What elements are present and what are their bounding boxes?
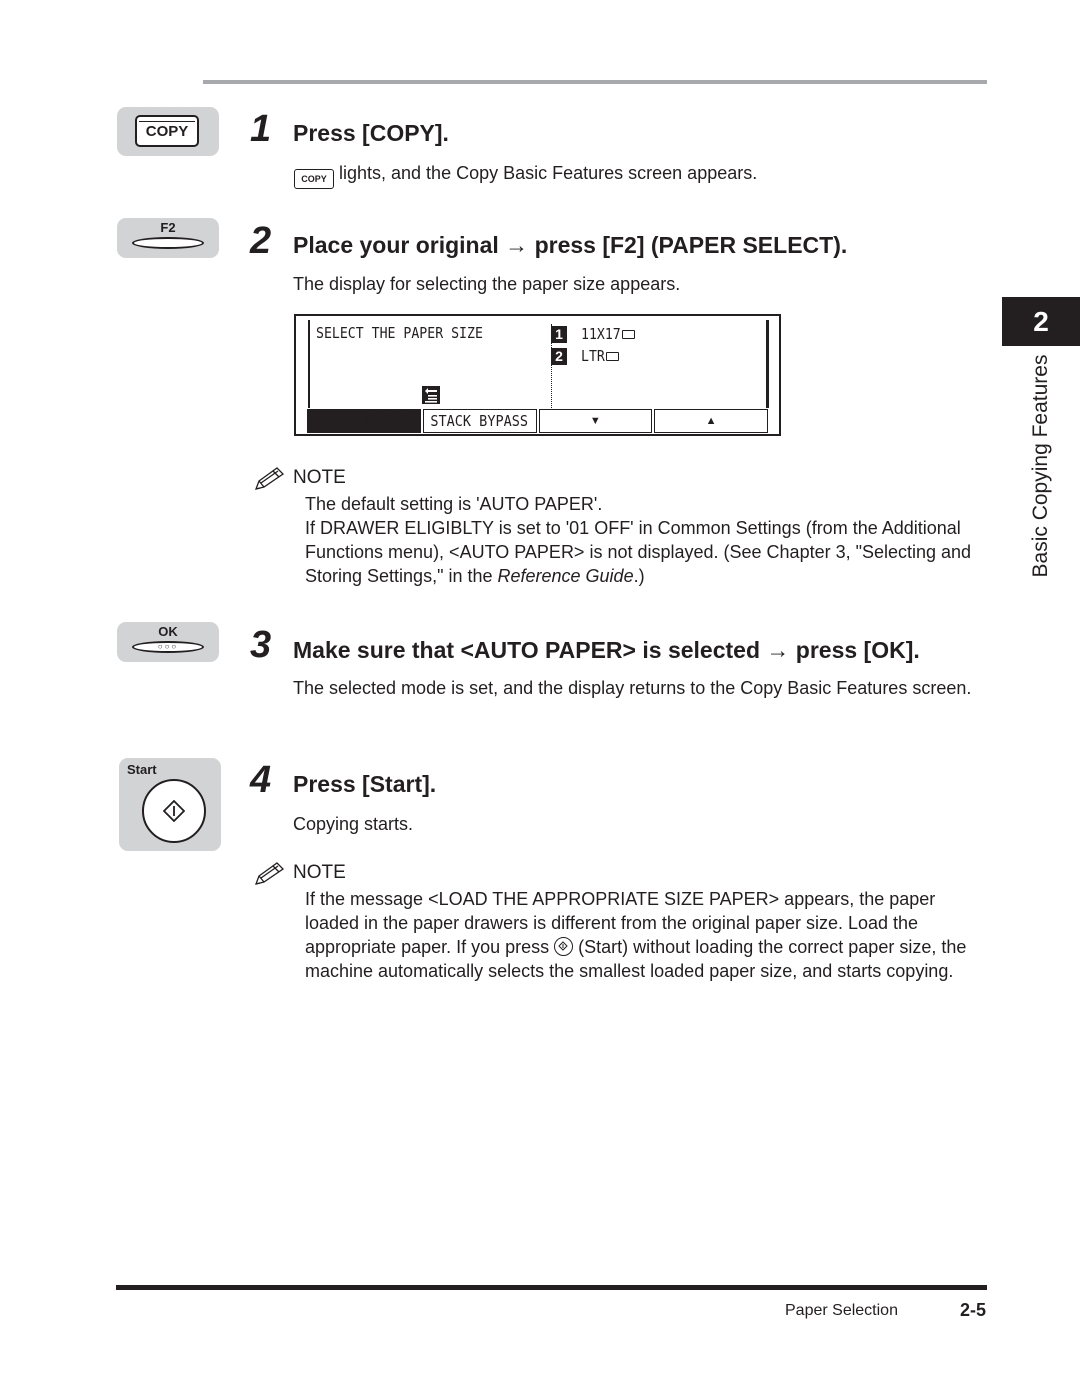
auto-paper-button[interactable]: AUTO PAPER [307, 409, 421, 433]
note-2-label: NOTE [293, 862, 346, 883]
step-2-body: The display for selecting the paper size… [293, 274, 681, 294]
step-1-body: COPY lights, and the Copy Basic Features… [294, 161, 757, 189]
copy-key-label: COPY [135, 115, 199, 147]
ok-key-illustration: OK ○○○ [117, 622, 219, 662]
note-1-label: NOTE [293, 467, 346, 488]
lcd-title: SELECT THE PAPER SIZE [316, 324, 483, 342]
lcd-option-2-number: 2 [551, 347, 567, 365]
up-arrow-icon: ▲ [705, 415, 717, 427]
step-4-body: Copying starts. [293, 814, 414, 834]
copy-key-illustration: COPY [117, 107, 219, 156]
step-4-title: Press [Start]. [293, 771, 437, 797]
paper-orientation-icon [622, 329, 636, 339]
step-3-title: Make sure that <AUTO PAPER> is selected … [293, 637, 920, 663]
step-1-title: Press [COPY]. [293, 120, 449, 146]
lcd-screen-area: SELECT THE PAPER SIZE 1 11X17 2 LTR [308, 320, 769, 410]
inline-copy-key-icon: COPY [294, 169, 334, 189]
lcd-option-1-number: 1 [551, 325, 567, 343]
f2-key-oval [132, 237, 204, 249]
footer-rule [116, 1285, 987, 1290]
scroll-up-button[interactable]: ▲ [654, 409, 768, 433]
page-number: 2-5 [960, 1300, 987, 1320]
lcd-option-2[interactable]: 2 LTR [551, 347, 620, 365]
pencil-note-icon [254, 862, 285, 885]
chapter-tab: 2 [1002, 297, 1080, 346]
step-4-number: 4 [250, 759, 272, 801]
header-rule [203, 80, 987, 84]
ok-key-label: OK [158, 624, 178, 639]
ok-key-oval: ○○○ [132, 641, 204, 653]
step-3-number: 3 [250, 624, 272, 666]
lcd-option-1-label: 11X17 [581, 325, 621, 343]
stack-bypass-button[interactable]: STACK BYPASS [422, 409, 537, 433]
footer-section-title: Paper Selection [785, 1302, 898, 1319]
ok-key-dots: ○○○ [157, 642, 179, 651]
paper-orientation-icon [606, 351, 620, 361]
f2-key-label: F2 [160, 220, 176, 235]
start-key-icon [554, 937, 574, 956]
start-key-illustration: Start [119, 758, 221, 851]
step-1-number: 1 [250, 108, 272, 150]
lcd-display: SELECT THE PAPER SIZE 1 11X17 2 LTR AUTO… [294, 314, 781, 436]
stack-bypass-label: STACK BYPASS [430, 412, 529, 430]
start-key-label: Start [127, 762, 157, 777]
reference-guide-title: Reference Guide [497, 566, 634, 586]
step-2-title: Place your original → press [F2] (PAPER … [293, 232, 848, 258]
down-arrow-icon: ▼ [589, 415, 601, 427]
pencil-note-icon [254, 467, 285, 490]
note-1-body: The default setting is 'AUTO PAPER'. If … [305, 492, 987, 588]
step-3-body: The selected mode is set, and the displa… [293, 678, 972, 698]
note-1-text-end: .) [633, 566, 645, 586]
f2-key-illustration: F2 [117, 218, 219, 258]
start-diamond-icon [163, 800, 185, 822]
start-key-circle [142, 779, 206, 843]
lcd-soft-buttons: AUTO PAPER STACK BYPASS ▼ ▲ [307, 409, 768, 433]
step-1-body-text: lights, and the Copy Basic Features scre… [334, 163, 758, 183]
note-1-line-2: If DRAWER ELIGIBLTY is set to '01 OFF' i… [305, 516, 987, 588]
auto-paper-label: AUTO PAPER [323, 412, 405, 430]
scroll-down-button[interactable]: ▼ [538, 409, 653, 433]
stack-bypass-tray-icon [422, 386, 440, 404]
note-2-body: If the message <LOAD THE APPROPRIATE SIZ… [305, 887, 975, 983]
lcd-option-1[interactable]: 1 11X17 [551, 325, 636, 343]
chapter-title: Basic Copying Features [1029, 354, 1052, 578]
lcd-option-2-label: LTR [581, 347, 605, 365]
step-2-number: 2 [250, 220, 272, 262]
note-1-line-1: The default setting is 'AUTO PAPER'. [305, 494, 603, 514]
